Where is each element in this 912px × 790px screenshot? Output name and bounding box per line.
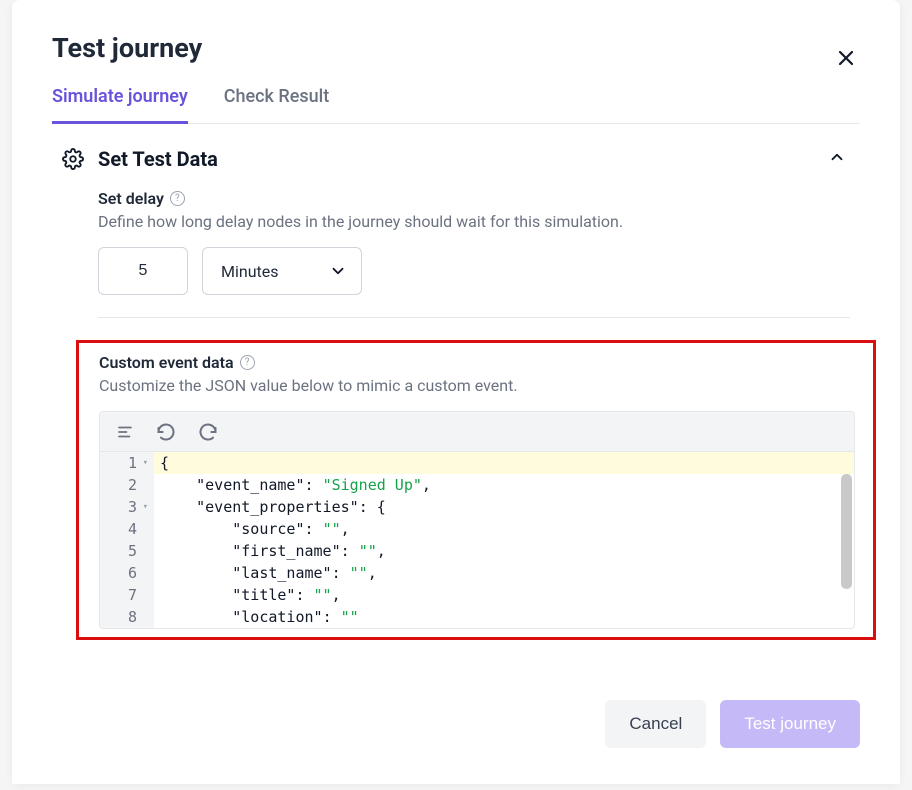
chevron-up-icon — [828, 148, 846, 166]
divider — [98, 317, 850, 318]
close-icon — [836, 48, 856, 68]
fold-icon[interactable]: ▾ — [140, 452, 148, 474]
gear-icon — [62, 148, 84, 170]
redo-button[interactable] — [196, 420, 220, 444]
chevron-down-icon — [329, 262, 347, 280]
test-journey-button[interactable]: Test journey — [720, 700, 860, 748]
line-gutter: 1▾ 2 3▾ 4 5 6 7 8 — [100, 452, 154, 628]
tabs: Simulate journey Check Result — [52, 86, 860, 124]
json-editor: 1▾ 2 3▾ 4 5 6 7 8 { "event_name": "Signe… — [99, 411, 855, 629]
undo-icon — [156, 422, 176, 442]
fold-icon[interactable]: ▾ — [140, 496, 148, 518]
close-button[interactable] — [832, 44, 860, 72]
set-delay-description: Define how long delay nodes in the journ… — [98, 212, 850, 231]
modal-footer: Cancel Test journey — [12, 676, 900, 784]
tab-simulate-journey[interactable]: Simulate journey — [52, 86, 188, 124]
editor-toolbar — [100, 412, 854, 452]
modal-title: Test journey — [52, 32, 860, 64]
set-test-data-section: Set Test Data Set delay ? Define how lon… — [52, 144, 860, 640]
redo-icon — [198, 422, 218, 442]
code-lines: { "event_name": "Signed Up", "event_prop… — [154, 452, 854, 628]
editor-scrollbar[interactable] — [841, 474, 852, 589]
set-delay-label: Set delay — [98, 189, 164, 208]
tab-check-result[interactable]: Check Result — [224, 86, 329, 124]
format-button[interactable] — [114, 421, 136, 443]
modal-header: Test journey Simulate journey Check Resu… — [12, 0, 900, 124]
cancel-button[interactable]: Cancel — [605, 700, 706, 748]
custom-event-label: Custom event data — [99, 353, 234, 372]
help-icon[interactable]: ? — [170, 191, 185, 206]
code-editor[interactable]: 1▾ 2 3▾ 4 5 6 7 8 { "event_name": "Signe… — [100, 452, 854, 628]
collapse-button[interactable] — [824, 144, 850, 173]
set-delay-subsection: Set delay ? Define how long delay nodes … — [98, 189, 850, 318]
section-header: Set Test Data — [62, 144, 850, 173]
test-journey-modal: Test journey Simulate journey Check Resu… — [12, 0, 900, 784]
format-icon — [116, 423, 134, 441]
delay-unit-select[interactable]: Minutes — [202, 247, 362, 295]
modal-content: Set Test Data Set delay ? Define how lon… — [12, 124, 900, 698]
custom-event-description: Customize the JSON value below to mimic … — [99, 376, 855, 395]
delay-unit-label: Minutes — [221, 262, 279, 281]
undo-button[interactable] — [154, 420, 178, 444]
section-title: Set Test Data — [98, 147, 810, 171]
help-icon[interactable]: ? — [240, 355, 255, 370]
custom-event-highlight: Custom event data ? Customize the JSON v… — [76, 340, 876, 640]
delay-value-input[interactable] — [98, 247, 188, 295]
